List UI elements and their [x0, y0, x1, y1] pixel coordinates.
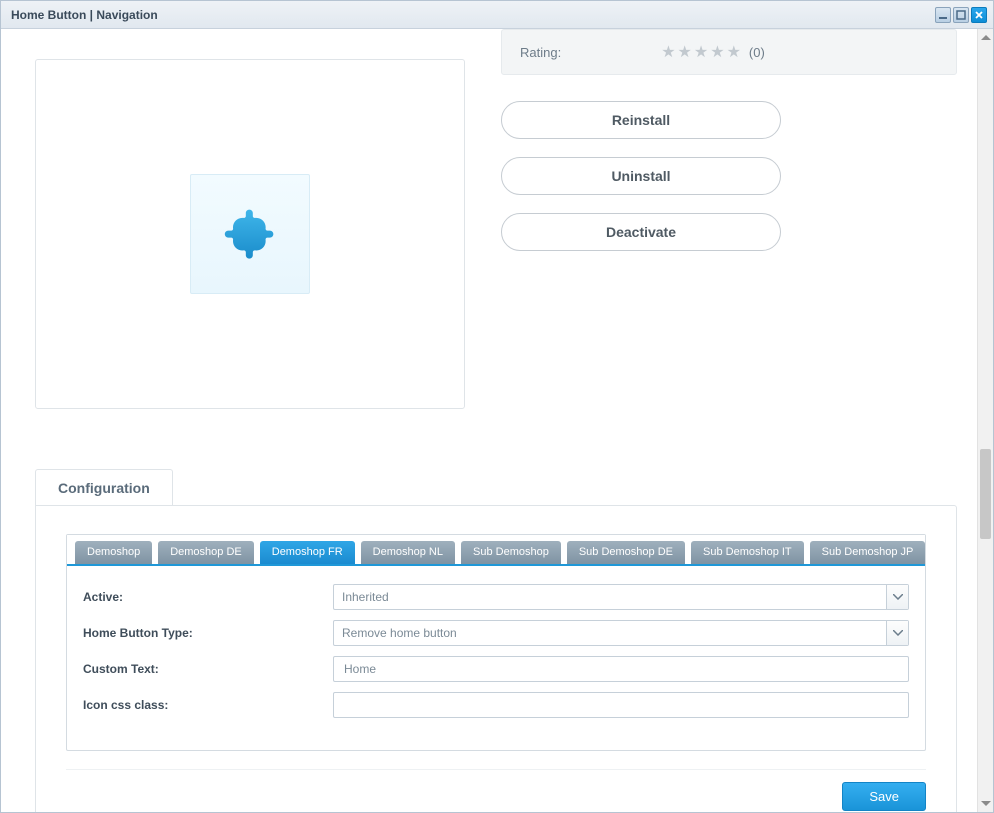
- deactivate-button[interactable]: Deactivate: [501, 213, 781, 251]
- subshop-tab[interactable]: Sub Demoshop JP: [810, 541, 926, 564]
- reinstall-button[interactable]: Reinstall: [501, 101, 781, 139]
- uninstall-button[interactable]: Uninstall: [501, 157, 781, 195]
- star-icon: ★: [710, 42, 724, 62]
- window-controls: [935, 7, 987, 23]
- minimize-button[interactable]: [935, 7, 951, 23]
- subshop-tab[interactable]: Sub Demoshop: [461, 541, 561, 564]
- scrollbar-thumb[interactable]: [980, 449, 991, 539]
- custom-text-input-wrap: [333, 656, 909, 682]
- type-select-value: Remove home button: [342, 626, 886, 640]
- window-title: Home Button | Navigation: [11, 8, 935, 22]
- config-panel: Demoshop Demoshop DE Demoshop FR Demoshop N…: [35, 505, 957, 812]
- active-select[interactable]: Inherited: [333, 584, 909, 610]
- subshop-tab[interactable]: Sub Demoshop DE: [567, 541, 685, 564]
- icon-class-input[interactable]: [342, 697, 900, 713]
- active-select-value: Inherited: [342, 590, 886, 604]
- puzzle-icon: [222, 205, 278, 264]
- chevron-down-icon[interactable]: [886, 585, 908, 609]
- subshop-tab[interactable]: Demoshop DE: [158, 541, 254, 564]
- type-select[interactable]: Remove home button: [333, 620, 909, 646]
- vertical-scrollbar[interactable]: [977, 29, 993, 812]
- star-icon: ★: [727, 42, 741, 62]
- subshop-tab[interactable]: Demoshop NL: [361, 541, 455, 564]
- window-body: Rating: ★ ★ ★ ★ ★ (0) Reinstall Uninstal…: [1, 29, 993, 812]
- star-icon: ★: [694, 42, 708, 62]
- icon-class-input-wrap: [333, 692, 909, 718]
- plugin-action-column: Rating: ★ ★ ★ ★ ★ (0) Reinstall Uninstal…: [501, 29, 957, 251]
- subshop-tabs: Demoshop Demoshop DE Demoshop FR Demoshop N…: [67, 535, 925, 566]
- custom-text-input[interactable]: [342, 661, 900, 677]
- plugin-tile: [190, 174, 310, 294]
- star-icon: ★: [678, 42, 692, 62]
- row-icon-class: Icon css class:: [83, 692, 909, 718]
- label-type: Home Button Type:: [83, 626, 333, 640]
- scroll-up-icon[interactable]: [978, 29, 993, 45]
- save-bar: Save: [66, 769, 926, 811]
- content: Rating: ★ ★ ★ ★ ★ (0) Reinstall Uninstal…: [1, 29, 977, 812]
- rating-stars: ★ ★ ★ ★ ★ (0): [661, 42, 765, 62]
- subshop-tab[interactable]: Demoshop: [75, 541, 152, 564]
- label-custom-text: Custom Text:: [83, 662, 333, 676]
- titlebar[interactable]: Home Button | Navigation: [1, 1, 993, 29]
- configuration-section: Configuration DemoshopDemoshop DEDemosho…: [35, 469, 957, 812]
- subshop-panel: Demoshop Demoshop DE Demoshop FR Demoshop N…: [66, 534, 926, 751]
- row-active: Active: Inherited: [83, 584, 909, 610]
- config-tab-header: Configuration: [35, 469, 957, 505]
- label-active: Active:: [83, 590, 333, 604]
- tab-configuration[interactable]: Configuration: [35, 469, 173, 505]
- maximize-button[interactable]: [953, 7, 969, 23]
- action-buttons: Reinstall Uninstall Deactivate: [501, 101, 957, 251]
- plugin-window: Home Button | Navigation: [0, 0, 994, 813]
- close-button[interactable]: [971, 7, 987, 23]
- row-type: Home Button Type: Remove home button: [83, 620, 909, 646]
- star-icon: ★: [661, 42, 675, 62]
- label-icon-class: Icon css class:: [83, 698, 333, 712]
- rating-label: Rating:: [520, 45, 561, 60]
- save-button[interactable]: Save: [842, 782, 926, 811]
- row-custom-text: Custom Text:: [83, 656, 909, 682]
- rating-box: Rating: ★ ★ ★ ★ ★ (0): [501, 29, 957, 75]
- subshop-tab[interactable]: Sub Demoshop IT: [691, 541, 804, 564]
- plugin-header-area: Rating: ★ ★ ★ ★ ★ (0) Reinstall Uninstal…: [1, 29, 977, 409]
- scroll-down-icon[interactable]: [978, 796, 993, 812]
- config-form: Active: Inherited: [67, 566, 925, 750]
- chevron-down-icon[interactable]: [886, 621, 908, 645]
- plugin-image-panel: [35, 59, 465, 409]
- subshop-tab[interactable]: Demoshop FR: [260, 541, 355, 564]
- rating-count: (0): [749, 45, 765, 60]
